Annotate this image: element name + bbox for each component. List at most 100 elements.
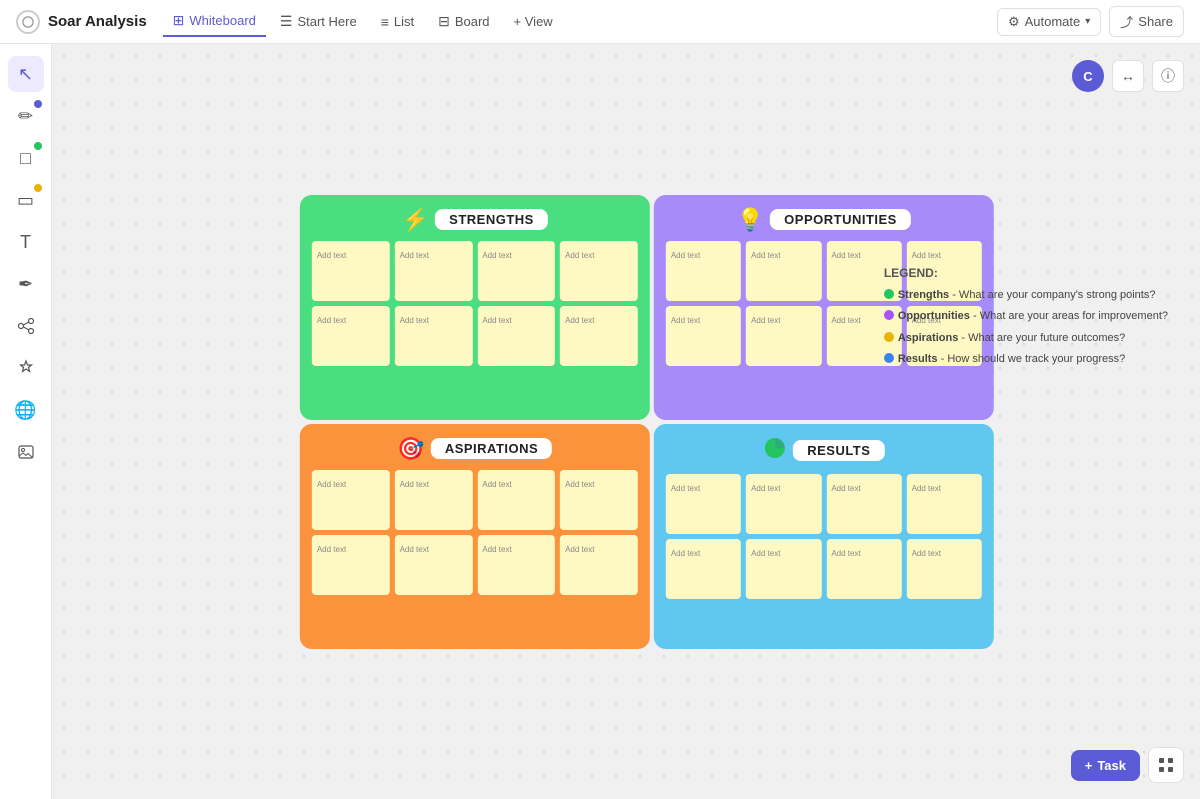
- opportunities-legend-dot: [884, 310, 894, 320]
- list-item[interactable]: Add text: [395, 306, 473, 366]
- list-item[interactable]: Add text: [666, 241, 741, 301]
- list-item[interactable]: Add text: [560, 306, 638, 366]
- sidebar-item-select[interactable]: ↖: [8, 56, 44, 92]
- strengths-grid: Add text Add text Add text Add text Add …: [312, 241, 638, 366]
- list-item[interactable]: Add text: [560, 241, 638, 301]
- opportunities-title: OPPORTUNITIES: [770, 209, 911, 230]
- list-item[interactable]: Add text: [907, 539, 982, 599]
- results-legend-key: Results: [898, 353, 938, 365]
- list-item[interactable]: Add text: [312, 241, 390, 301]
- automate-icon: ⚙: [1008, 14, 1020, 30]
- sticky-label: Add text: [482, 545, 511, 554]
- sidebar-item-draw[interactable]: ✏: [8, 98, 44, 134]
- tab-view[interactable]: + View: [504, 8, 563, 35]
- list-item[interactable]: Add text: [666, 306, 741, 366]
- aspirations-icon: 🎯: [397, 436, 424, 462]
- aspirations-legend-dot: [884, 332, 894, 342]
- aspirations-header: 🎯 ASPIRATIONS: [312, 436, 638, 462]
- sticky-label: Add text: [317, 251, 346, 260]
- legend-title: LEGEND:: [884, 266, 1168, 280]
- list-item[interactable]: Add text: [746, 241, 821, 301]
- list-item[interactable]: Add text: [312, 306, 390, 366]
- info-button[interactable]: ⓘ: [1152, 60, 1184, 92]
- list-item[interactable]: Add text: [395, 535, 473, 595]
- sticky-label: Add text: [482, 316, 511, 325]
- list-item[interactable]: Add text: [826, 539, 901, 599]
- tab-board[interactable]: ⊟ Board: [428, 7, 499, 36]
- list-item[interactable]: Add text: [746, 306, 821, 366]
- list-item[interactable]: Add text: [395, 241, 473, 301]
- sticky-label: Add text: [912, 549, 941, 558]
- sidebar-item-connect[interactable]: [8, 308, 44, 344]
- sidebar-item-shape[interactable]: □: [8, 140, 44, 176]
- results-legend-desc: - How should we track your progress?: [938, 353, 1126, 365]
- sticky-label: Add text: [482, 251, 511, 260]
- legend-item-opportunities: Opportunities - What are your areas for …: [884, 309, 1168, 324]
- canvas[interactable]: C ↔ ⓘ ⚡ STRENGTHS Add text Add text Add …: [52, 44, 1200, 799]
- sticky-label: Add text: [751, 549, 780, 558]
- opportunities-legend-key: Opportunities: [898, 310, 970, 322]
- task-button[interactable]: + Task: [1071, 750, 1140, 781]
- list-item[interactable]: Add text: [477, 470, 555, 530]
- list-item[interactable]: Add text: [746, 539, 821, 599]
- sidebar-item-globe[interactable]: 🌐: [8, 392, 44, 428]
- list-item[interactable]: Add text: [477, 306, 555, 366]
- start-here-icon: ☰: [280, 13, 293, 30]
- shape-dot: [34, 142, 42, 150]
- legend-item-results: Results - How should we track your progr…: [884, 352, 1168, 367]
- list-item[interactable]: Add text: [907, 474, 982, 534]
- aspirations-grid: Add text Add text Add text Add text Add …: [312, 470, 638, 595]
- strengths-legend-key: Strengths: [898, 289, 949, 301]
- project-title: Soar Analysis: [48, 13, 147, 30]
- draw-dot: [34, 100, 42, 108]
- tab-list[interactable]: ≡ List: [371, 8, 424, 36]
- list-item[interactable]: Add text: [395, 470, 473, 530]
- legend-item-aspirations: Aspirations - What are your future outco…: [884, 331, 1168, 346]
- canvas-controls: C ↔ ⓘ: [1072, 60, 1184, 92]
- sticky-label: Add text: [671, 316, 700, 325]
- sidebar-item-pen[interactable]: ✒: [8, 266, 44, 302]
- sticky-label: Add text: [317, 316, 346, 325]
- quadrant-aspirations: 🎯 ASPIRATIONS Add text Add text Add text…: [300, 424, 650, 649]
- sidebar-item-sticky[interactable]: ▭: [8, 182, 44, 218]
- topbar: Soar Analysis ⊞ Whiteboard ☰ Start Here …: [0, 0, 1200, 44]
- list-item[interactable]: Add text: [312, 470, 390, 530]
- strengths-title: STRENGTHS: [435, 209, 548, 230]
- list-item[interactable]: Add text: [666, 539, 741, 599]
- strengths-legend-desc: - What are your company's strong points?: [949, 289, 1155, 301]
- sidebar-item-effects[interactable]: [8, 350, 44, 386]
- sticky-label: Add text: [400, 251, 429, 260]
- sticky-label: Add text: [831, 549, 860, 558]
- list-item[interactable]: Add text: [477, 535, 555, 595]
- sidebar-item-text[interactable]: T: [8, 224, 44, 260]
- task-label: Task: [1097, 758, 1126, 773]
- nav-tabs: ⊞ Whiteboard ☰ Start Here ≡ List ⊟ Board…: [163, 6, 563, 37]
- list-item[interactable]: Add text: [312, 535, 390, 595]
- tab-start-here[interactable]: ☰ Start Here: [270, 7, 367, 36]
- aspirations-legend-key: Aspirations: [898, 332, 959, 344]
- tab-whiteboard[interactable]: ⊞ Whiteboard: [163, 6, 266, 37]
- list-item[interactable]: Add text: [560, 535, 638, 595]
- list-item[interactable]: Add text: [477, 241, 555, 301]
- results-grid: Add text Add text Add text Add text Add …: [666, 474, 982, 599]
- automate-button[interactable]: ⚙ Automate ▾: [997, 8, 1101, 36]
- fit-view-button[interactable]: ↔: [1112, 60, 1144, 92]
- grid-view-button[interactable]: [1148, 747, 1184, 783]
- list-item[interactable]: Add text: [666, 474, 741, 534]
- share-button[interactable]: ⤴ Share: [1109, 6, 1184, 37]
- list-item[interactable]: Add text: [826, 474, 901, 534]
- list-item[interactable]: Add text: [560, 470, 638, 530]
- sticky-label: Add text: [671, 251, 700, 260]
- sticky-label: Add text: [317, 480, 346, 489]
- results-legend-dot: [884, 353, 894, 363]
- bottom-right-controls: + Task: [1071, 747, 1184, 783]
- list-item[interactable]: Add text: [746, 474, 821, 534]
- sticky-label: Add text: [565, 480, 594, 489]
- sidebar-item-image[interactable]: [8, 434, 44, 470]
- task-plus-icon: +: [1085, 758, 1093, 773]
- strengths-legend-dot: [884, 289, 894, 299]
- share-icon: ⤴: [1120, 12, 1133, 31]
- avatar[interactable]: C: [1072, 60, 1104, 92]
- info-icon: ⓘ: [1161, 66, 1175, 86]
- results-title: RESULTS: [793, 440, 884, 461]
